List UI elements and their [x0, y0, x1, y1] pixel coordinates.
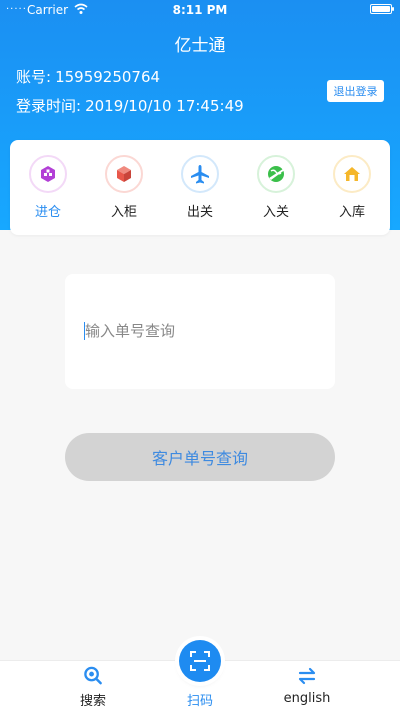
- account-value: 15959250764: [55, 68, 161, 86]
- quick-action-label: 入库: [338, 205, 365, 220]
- quick-action-warehouse-store[interactable]: 入库: [322, 155, 382, 225]
- order-number-input[interactable]: [85, 318, 315, 344]
- quick-action-container[interactable]: 入柜: [94, 155, 154, 225]
- scan-icon: [190, 651, 210, 671]
- account-label: 账号:: [16, 68, 52, 86]
- tab-scan-label[interactable]: 扫码: [160, 690, 240, 709]
- quick-action-label: 进仓: [34, 205, 61, 220]
- airplane-icon: [181, 155, 219, 193]
- quick-actions-card: 进仓 入柜 出关 入关 入库: [10, 140, 390, 235]
- login-time-value: 2019/10/10 17:45:49: [85, 97, 244, 115]
- tab-label: 搜索: [79, 694, 106, 709]
- status-time: 8:11 PM: [172, 3, 228, 17]
- status-bar: ····· Carrier 8:11 PM: [0, 0, 400, 20]
- account-info: 账号: 15959250764: [16, 66, 164, 87]
- quick-action-label: 出关: [186, 205, 213, 220]
- quick-action-label: 入关: [262, 205, 289, 220]
- battery-icon: [370, 4, 394, 14]
- warehouse-in-icon: [29, 155, 67, 193]
- swap-icon: [298, 667, 316, 685]
- search-icon: [84, 666, 102, 685]
- quick-action-warehouse-in[interactable]: 进仓: [18, 155, 78, 225]
- tab-label: english: [283, 691, 331, 706]
- login-time-label: 登录时间:: [16, 97, 82, 115]
- tab-search[interactable]: 搜索: [53, 665, 133, 709]
- customer-order-query-button[interactable]: 客户单号查询: [65, 433, 335, 481]
- globe-plane-icon: [257, 155, 295, 193]
- app-title: 亿士通: [174, 36, 226, 56]
- search-card: [65, 274, 335, 389]
- quick-action-import[interactable]: 入关: [246, 155, 306, 225]
- login-time-info: 登录时间: 2019/10/10 17:45:49: [16, 95, 248, 116]
- tab-language[interactable]: english: [267, 665, 347, 709]
- box-icon: [105, 155, 143, 193]
- logout-button[interactable]: 退出登录: [327, 80, 384, 102]
- quick-action-export[interactable]: 出关: [170, 155, 230, 225]
- quick-action-label: 入柜: [110, 205, 137, 220]
- scan-button[interactable]: [179, 640, 221, 682]
- house-icon: [333, 155, 371, 193]
